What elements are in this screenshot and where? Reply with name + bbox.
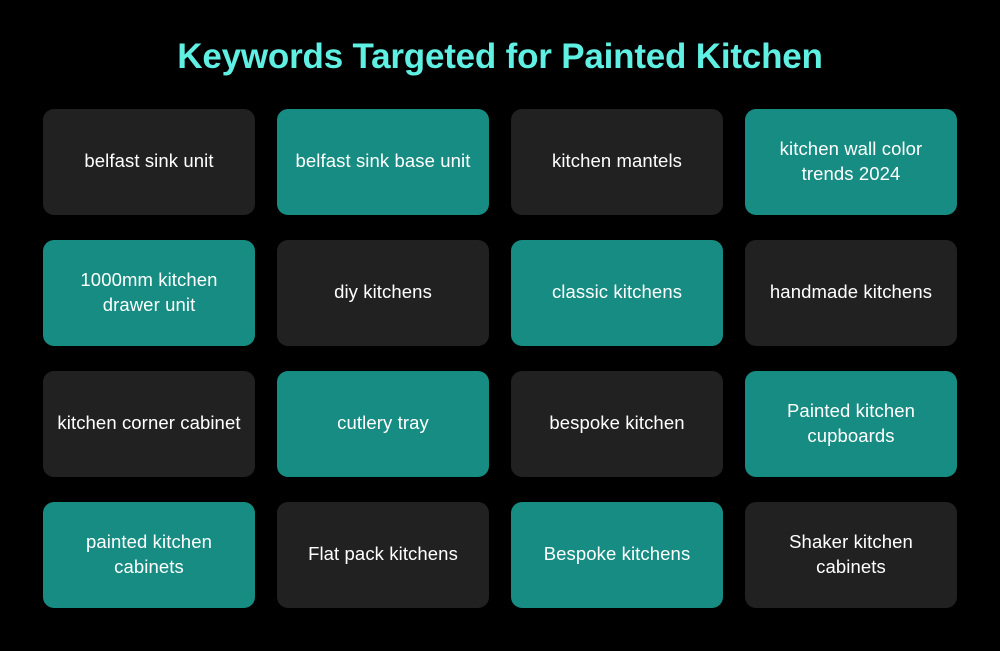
keyword-card-label: Flat pack kitchens [308, 543, 458, 565]
keyword-card[interactable]: Painted kitchen cupboards [745, 370, 957, 477]
keyword-card[interactable]: kitchen mantels [511, 108, 723, 215]
keyword-card[interactable]: handmade kitchens [745, 239, 957, 346]
keyword-card-label: Painted kitchen cupboards [786, 400, 915, 446]
keyword-card[interactable]: kitchen corner cabinet [43, 370, 255, 477]
page-title: Keywords Targeted for Painted Kitchen [177, 37, 823, 76]
keyword-card[interactable]: diy kitchens [277, 239, 489, 346]
keyword-card-label: Bespoke kitchens [543, 543, 691, 565]
keyword-card[interactable]: kitchen wall color trends 2024 [745, 108, 957, 215]
keyword-board: Keywords Targeted for Painted Kitchen be… [0, 0, 1000, 651]
keyword-card-label: classic kitchens [551, 281, 683, 303]
keyword-card[interactable]: cutlery tray [277, 370, 489, 477]
keyword-card[interactable]: painted kitchen cabinets [43, 501, 255, 608]
keyword-card-label: kitchen wall color trends 2024 [779, 138, 923, 184]
keyword-card-label: kitchen corner cabinet [57, 412, 241, 434]
keyword-card[interactable]: belfast sink unit [43, 108, 255, 215]
keyword-card-label: cutlery tray [337, 412, 429, 434]
keyword-card-label: bespoke kitchen [549, 412, 685, 434]
keyword-card[interactable]: Flat pack kitchens [277, 501, 489, 608]
keyword-card[interactable]: Shaker kitchen cabinets [745, 501, 957, 608]
keyword-card-label: belfast sink unit [84, 150, 214, 172]
keyword-card-label: belfast sink base unit [295, 150, 471, 172]
keyword-card-label: painted kitchen cabinets [86, 531, 212, 577]
keyword-card-label: Shaker kitchen cabinets [789, 531, 913, 577]
keyword-grid: belfast sink unit belfast sink base unit k… [43, 108, 957, 608]
keyword-card[interactable]: 1000mm kitchen drawer unit [43, 239, 255, 346]
keyword-card-label: 1000mm kitchen drawer unit [80, 269, 218, 315]
keyword-card-label: diy kitchens [334, 281, 432, 303]
keyword-card[interactable]: Bespoke kitchens [511, 501, 723, 608]
keyword-card[interactable]: bespoke kitchen [511, 370, 723, 477]
keyword-card[interactable]: belfast sink base unit [277, 108, 489, 215]
keyword-card-label: handmade kitchens [769, 281, 933, 303]
keyword-card-label: kitchen mantels [551, 150, 683, 172]
keyword-card[interactable]: classic kitchens [511, 239, 723, 346]
